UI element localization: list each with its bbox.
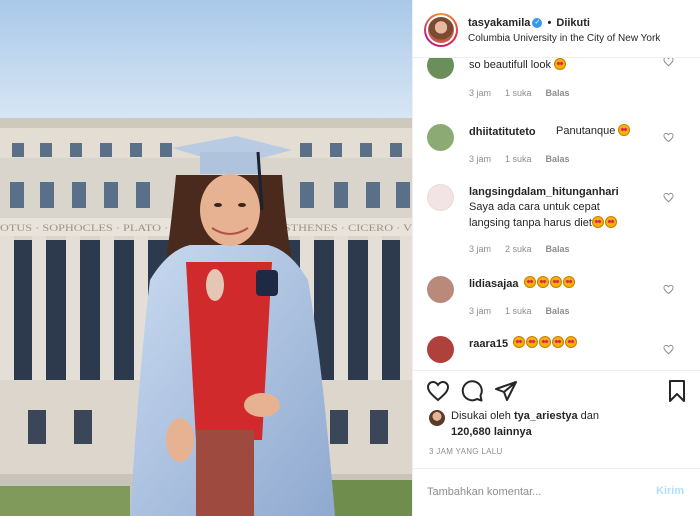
- heart-eyes-emoji-icon: [604, 216, 617, 228]
- comment-username[interactable]: lidiasajaa: [469, 278, 519, 290]
- comments-list[interactable]: so beautifull look 3 jam 1 suka Balas dhii…: [413, 58, 700, 368]
- liker-username[interactable]: tya_ariestya: [514, 410, 578, 422]
- comment-time[interactable]: 3 jam: [469, 88, 491, 98]
- comment-time[interactable]: 3 jam: [469, 244, 491, 254]
- comment-text-line1: Saya ada cara untuk cepat: [469, 201, 600, 213]
- commenter-avatar[interactable]: [427, 336, 454, 363]
- comment-meta: 3 jam 2 suka Balas: [469, 244, 584, 254]
- comment-text: so beautifull look: [469, 58, 567, 73]
- comment-meta: 3 jam 1 suka Balas: [469, 306, 584, 316]
- post-photo[interactable]: OTUS · SOPHOCLES · PLATO · ARISTOTLE · D…: [0, 0, 412, 516]
- heart-eyes-emoji-icon: [537, 276, 549, 288]
- location-link[interactable]: Columbia University in the City of New Y…: [468, 33, 660, 44]
- post-header: tasyakamila ✓ • Diikuti Columbia Universi…: [413, 0, 700, 58]
- likes-count[interactable]: 120,680 lainnya: [451, 426, 532, 438]
- comment-username[interactable]: langsingdalam_hitunganhari: [469, 186, 619, 198]
- comment-text-line2: langsing tanpa harus diet: [469, 216, 618, 231]
- comment-like-heart-icon[interactable]: [663, 344, 674, 355]
- bookmark-icon[interactable]: [665, 379, 689, 403]
- add-comment-bar: Kirim: [413, 468, 700, 516]
- header-separator: •: [547, 17, 552, 29]
- comment-meta: 3 jam 1 suka Balas: [469, 154, 584, 164]
- comment-emojis: [513, 336, 578, 351]
- heart-eyes-emoji-icon: [526, 336, 538, 348]
- paper-plane-icon[interactable]: [494, 379, 518, 403]
- comment-time[interactable]: 3 jam: [469, 154, 491, 164]
- post-details-panel: tasyakamila ✓ • Diikuti Columbia Universi…: [412, 0, 700, 516]
- heart-eyes-emoji-icon: [618, 124, 631, 136]
- comment-likes[interactable]: 1 suka: [505, 306, 532, 316]
- comment-likes[interactable]: 1 suka: [505, 154, 532, 164]
- reply-button[interactable]: Balas: [546, 244, 570, 254]
- heart-eyes-emoji-icon: [565, 336, 577, 348]
- commenter-avatar[interactable]: [427, 276, 454, 303]
- heart-eyes-emoji-icon: [550, 276, 562, 288]
- comment-bubble-icon[interactable]: [460, 379, 484, 403]
- likes-summary: Disukai oleh tya_ariestya dan 120,680 la…: [413, 408, 700, 444]
- comment-like-heart-icon[interactable]: [663, 192, 674, 203]
- heart-eyes-emoji-icon: [563, 276, 575, 288]
- comment-time[interactable]: 3 jam: [469, 306, 491, 316]
- heart-eyes-emoji-icon: [524, 276, 536, 288]
- heart-eyes-emoji-icon: [554, 58, 567, 70]
- comment-like-heart-icon[interactable]: [663, 58, 674, 67]
- commenter-avatar[interactable]: [427, 184, 454, 211]
- comment-likes[interactable]: 1 suka: [505, 88, 532, 98]
- heart-eyes-emoji-icon: [591, 216, 604, 228]
- commenter-avatar[interactable]: [427, 124, 454, 151]
- header-username[interactable]: tasyakamila: [468, 17, 530, 29]
- reply-button[interactable]: Balas: [546, 154, 570, 164]
- reply-button[interactable]: Balas: [546, 306, 570, 316]
- verified-badge-icon: ✓: [532, 18, 543, 29]
- comment-input[interactable]: [427, 483, 647, 501]
- comment-username[interactable]: dhiitatituteto: [469, 126, 536, 138]
- liker-avatar[interactable]: [429, 410, 445, 426]
- avatar[interactable]: [424, 13, 458, 47]
- follow-status-button[interactable]: Diikuti: [556, 17, 590, 29]
- heart-eyes-emoji-icon: [552, 336, 564, 348]
- post-image: OTUS · SOPHOCLES · PLATO · ARISTOTLE · D…: [0, 0, 412, 516]
- comment-username[interactable]: raara15: [469, 338, 508, 350]
- comment-emojis: [524, 276, 576, 291]
- reply-button[interactable]: Balas: [546, 88, 570, 98]
- heart-eyes-emoji-icon: [513, 336, 525, 348]
- post-timestamp[interactable]: 3 JAM YANG LALU: [429, 447, 503, 456]
- likes-text: Disukai oleh tya_ariestya dan: [451, 410, 600, 422]
- commenter-avatar[interactable]: [427, 58, 454, 79]
- header-user-row: tasyakamila ✓ • Diikuti: [468, 17, 590, 29]
- comment-likes[interactable]: 2 suka: [505, 244, 532, 254]
- heart-icon[interactable]: [426, 379, 450, 403]
- comment-like-heart-icon[interactable]: [663, 132, 674, 143]
- post-comment-button[interactable]: Kirim: [656, 485, 684, 497]
- heart-eyes-emoji-icon: [539, 336, 551, 348]
- comment-text: Panutanque: [556, 124, 631, 139]
- action-bar: [413, 370, 700, 410]
- comment-like-heart-icon[interactable]: [663, 284, 674, 295]
- comment-meta: 3 jam 1 suka Balas: [469, 88, 584, 98]
